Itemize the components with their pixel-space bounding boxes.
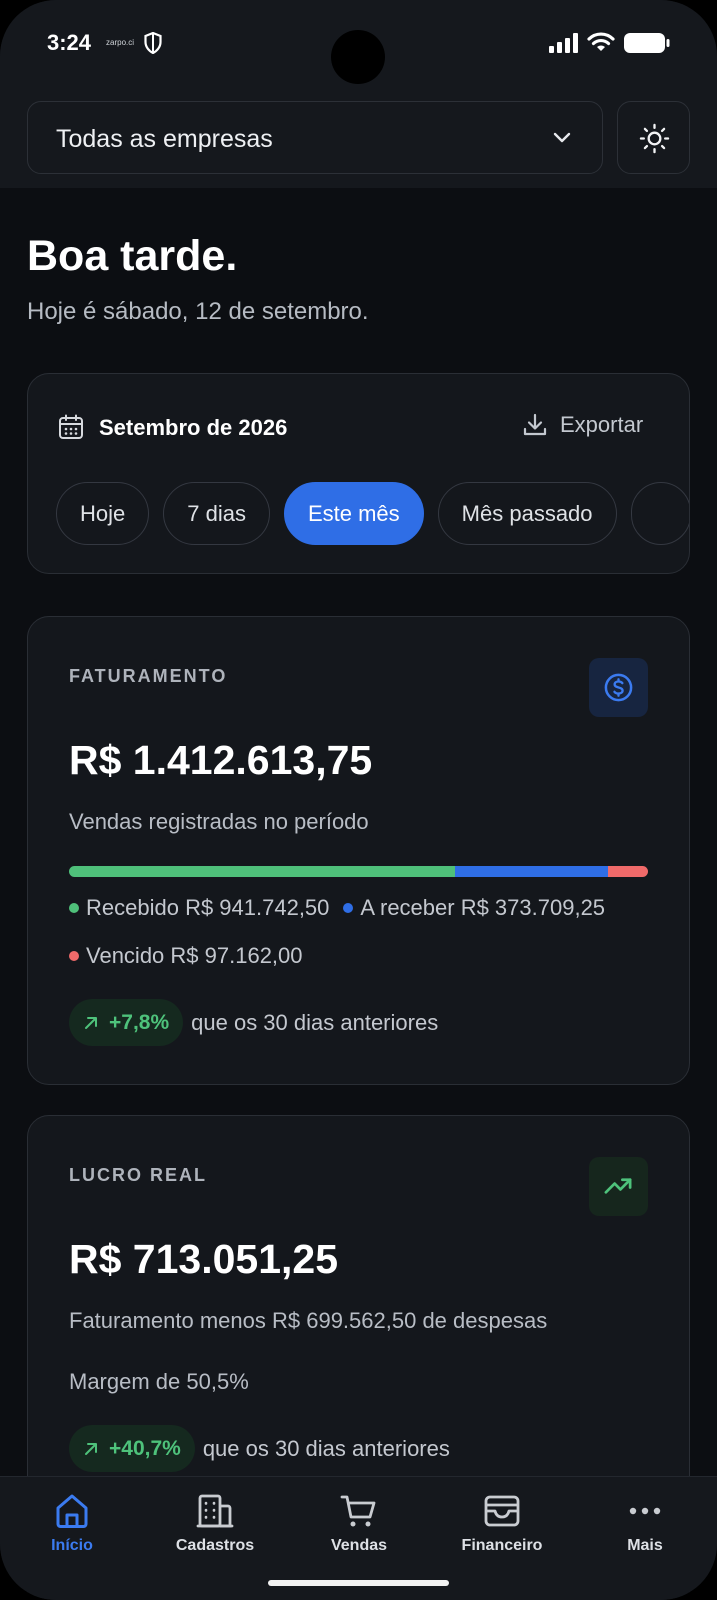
period-card: Setembro de 2026 Exportar Hoje 7 dias Es… bbox=[27, 373, 690, 574]
export-button[interactable]: Exportar bbox=[522, 412, 643, 438]
lucro-margin: Margem de 50,5% bbox=[69, 1369, 249, 1394]
lucro-trend: +40,7% que os 30 dias anteriores bbox=[69, 1425, 450, 1472]
trend-value: +40,7% bbox=[109, 1436, 181, 1460]
nav-item-mais[interactable]: Mais bbox=[590, 1491, 700, 1555]
trending-up-icon bbox=[589, 1157, 648, 1216]
lucro-description: Faturamento menos R$ 699.562,50 de despe… bbox=[69, 1308, 548, 1333]
chip-hoje[interactable]: Hoje bbox=[56, 482, 150, 545]
greeting-subtitle: Hoje é sábado, 12 de setembro. bbox=[27, 298, 369, 325]
bar-segment-vencido bbox=[608, 866, 648, 877]
trend-value: +7,8% bbox=[109, 1010, 170, 1034]
faturamento-card[interactable]: FATURAMENTO R$ 1.412.613,75 Vendas regis… bbox=[27, 616, 690, 1085]
legend-a-receber: A receber R$ 373.709,25 bbox=[343, 895, 605, 921]
nav-item-inicio[interactable]: Início bbox=[17, 1491, 127, 1555]
app-screen: 3:24 zarpo.ci Todas as empresas Boa tard… bbox=[0, 0, 717, 1600]
status-time: 3:24 bbox=[47, 30, 92, 55]
sun-icon bbox=[639, 123, 670, 154]
trend-badge: +7,8% bbox=[69, 999, 184, 1046]
status-app-label: zarpo.ci bbox=[106, 38, 135, 47]
wifi-icon bbox=[587, 31, 615, 58]
signal-icon bbox=[549, 33, 579, 58]
chevron-down-icon bbox=[552, 128, 572, 153]
blue-dot-icon bbox=[343, 903, 354, 913]
download-icon bbox=[523, 413, 547, 436]
shield-icon bbox=[144, 31, 162, 59]
top-bar: Todas as empresas bbox=[0, 88, 717, 188]
green-dot-icon bbox=[69, 903, 79, 913]
theme-toggle-button[interactable] bbox=[617, 101, 690, 174]
red-dot-icon bbox=[69, 951, 79, 961]
more-icon bbox=[629, 1507, 661, 1515]
lucro-label: LUCRO REAL bbox=[69, 1165, 207, 1185]
faturamento-label: FATURAMENTO bbox=[69, 666, 228, 686]
legend-vencido-label: Vencido R$ 97.162,00 bbox=[86, 943, 303, 968]
nav-label: Mais bbox=[627, 1537, 663, 1554]
nav-label: Início bbox=[51, 1537, 93, 1554]
nav-item-financeiro[interactable]: Financeiro bbox=[447, 1491, 557, 1555]
faturamento-value: R$ 1.412.613,75 bbox=[69, 737, 373, 783]
faturamento-trend: +7,8% que os 30 dias anteriores bbox=[69, 999, 438, 1046]
trend-badge: +40,7% bbox=[69, 1425, 195, 1472]
lucro-value: R$ 713.051,25 bbox=[69, 1236, 339, 1282]
period-chips: Hoje 7 dias Este mês Mês passado bbox=[56, 482, 689, 545]
nav-item-vendas[interactable]: Vendas bbox=[304, 1491, 414, 1555]
wallet-icon bbox=[484, 1495, 520, 1527]
legend-vencido: Vencido R$ 97.162,00 bbox=[69, 943, 303, 969]
nav-label: Financeiro bbox=[461, 1537, 543, 1554]
building-icon bbox=[196, 1494, 234, 1528]
chip-7-dias[interactable]: 7 dias bbox=[163, 482, 270, 545]
chip-more[interactable] bbox=[630, 482, 689, 545]
faturamento-breakdown-bar bbox=[69, 866, 648, 877]
legend-row: Recebido R$ 941.742,50 A receber R$ 373.… bbox=[69, 895, 605, 921]
camera-cutout bbox=[331, 30, 385, 84]
battery-icon bbox=[624, 33, 670, 58]
status-bar: 3:24 zarpo.ci bbox=[0, 0, 717, 88]
nav-label: Vendas bbox=[330, 1537, 388, 1554]
calendar-icon bbox=[58, 414, 84, 445]
period-title: Setembro de 2026 bbox=[99, 415, 288, 440]
chip-este-mes[interactable]: Este mês bbox=[283, 482, 424, 545]
legend-recebido: Recebido R$ 941.742,50 bbox=[69, 895, 329, 921]
chip-mes-passado[interactable]: Mês passado bbox=[437, 482, 617, 545]
export-label: Exportar bbox=[560, 412, 644, 437]
arrow-up-right-icon bbox=[85, 1442, 97, 1455]
legend-a-receber-label: A receber R$ 373.709,25 bbox=[360, 895, 606, 920]
bar-segment-recebido bbox=[69, 866, 455, 877]
home-indicator bbox=[268, 1580, 449, 1586]
trend-text: que os 30 dias anteriores bbox=[191, 1009, 439, 1035]
cart-icon bbox=[340, 1495, 376, 1527]
company-select-value: Todas as empresas bbox=[56, 125, 273, 153]
home-icon bbox=[56, 1494, 88, 1528]
faturamento-description: Vendas registradas no período bbox=[69, 809, 369, 834]
bar-segment-a-receber bbox=[455, 866, 609, 877]
company-select[interactable]: Todas as empresas bbox=[27, 101, 603, 174]
nav-label: Cadastros bbox=[175, 1537, 255, 1554]
dollar-icon bbox=[589, 658, 648, 717]
trend-text: que os 30 dias anteriores bbox=[202, 1435, 450, 1461]
legend-row-2: Vencido R$ 97.162,00 bbox=[69, 943, 303, 969]
greeting-title: Boa tarde. bbox=[27, 232, 238, 280]
arrow-up-right-icon bbox=[85, 1016, 97, 1029]
legend-recebido-label: Recebido R$ 941.742,50 bbox=[86, 895, 330, 920]
nav-item-cadastros[interactable]: Cadastros bbox=[160, 1491, 270, 1555]
